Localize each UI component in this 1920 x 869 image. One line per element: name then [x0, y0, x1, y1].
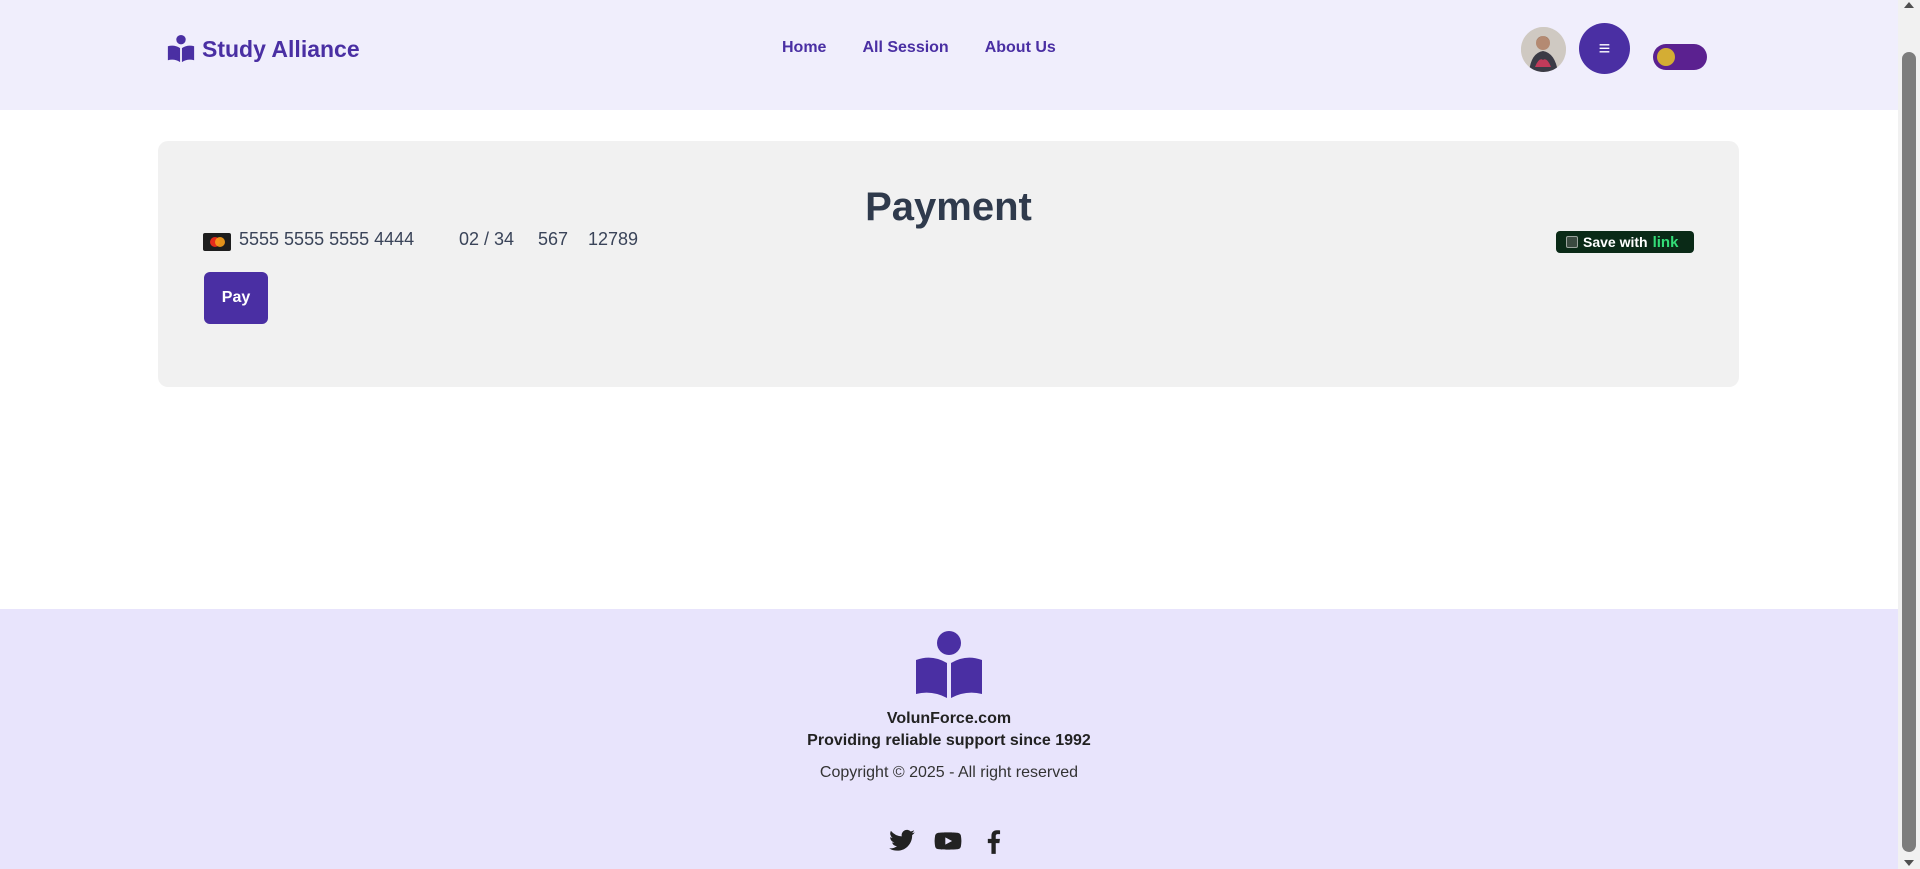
save-with-label: Save with — [1583, 234, 1648, 250]
nav-link-home[interactable]: Home — [782, 39, 826, 57]
social-links — [888, 827, 1008, 855]
card-cvc-input[interactable]: 567 — [538, 229, 568, 250]
scroll-up-arrow-icon[interactable] — [1904, 2, 1914, 8]
menu-button[interactable]: ≡ — [1579, 23, 1630, 74]
pay-button[interactable]: Pay — [204, 272, 268, 324]
footer-tagline: Providing reliable support since 1992 — [807, 732, 1091, 749]
brand-name: Study Alliance — [202, 35, 360, 62]
card-expiry-input[interactable]: 02 / 34 — [459, 229, 514, 250]
footer-site-name: VolunForce.com — [886, 710, 1012, 727]
main-nav: Home All Session About Us — [782, 39, 1056, 57]
card-zip-input[interactable]: 12789 — [588, 229, 638, 250]
nav-link-all-session[interactable]: All Session — [862, 39, 948, 57]
book-reader-icon — [916, 631, 982, 698]
book-reader-icon — [167, 34, 195, 63]
nav-link-about-us[interactable]: About Us — [985, 39, 1056, 57]
scroll-thumb[interactable] — [1902, 52, 1916, 852]
checkbox-icon — [1566, 236, 1578, 248]
card-number-input[interactable]: 5555 5555 5555 4444 — [239, 229, 414, 250]
page-title: Payment — [865, 185, 1032, 229]
youtube-icon[interactable] — [934, 827, 962, 855]
hamburger-menu-icon: ≡ — [1598, 37, 1611, 60]
save-with-link-checkbox[interactable]: Save with link — [1556, 231, 1694, 253]
footer-copyright: Copyright © 2025 - All right reserved — [819, 764, 1079, 781]
scroll-down-arrow-icon[interactable] — [1904, 860, 1914, 866]
theme-toggle[interactable] — [1653, 44, 1707, 70]
brand-logo-link[interactable]: Study Alliance — [166, 34, 360, 64]
footer: VolunForce.com Providing reliable suppor… — [0, 609, 1898, 869]
navbar: Study Alliance Home All Session About Us… — [0, 0, 1898, 110]
facebook-icon[interactable] — [980, 827, 1008, 855]
toggle-knob — [1657, 48, 1675, 66]
user-avatar[interactable] — [1521, 27, 1566, 72]
link-brand-label: link — [1652, 233, 1679, 251]
page-scrollbar[interactable] — [1898, 0, 1920, 869]
payment-card: Payment 5555 5555 5555 4444 02 / 34 567 … — [158, 141, 1739, 387]
mastercard-icon — [203, 233, 231, 251]
twitter-icon[interactable] — [888, 827, 916, 855]
avatar-image — [1521, 27, 1566, 72]
